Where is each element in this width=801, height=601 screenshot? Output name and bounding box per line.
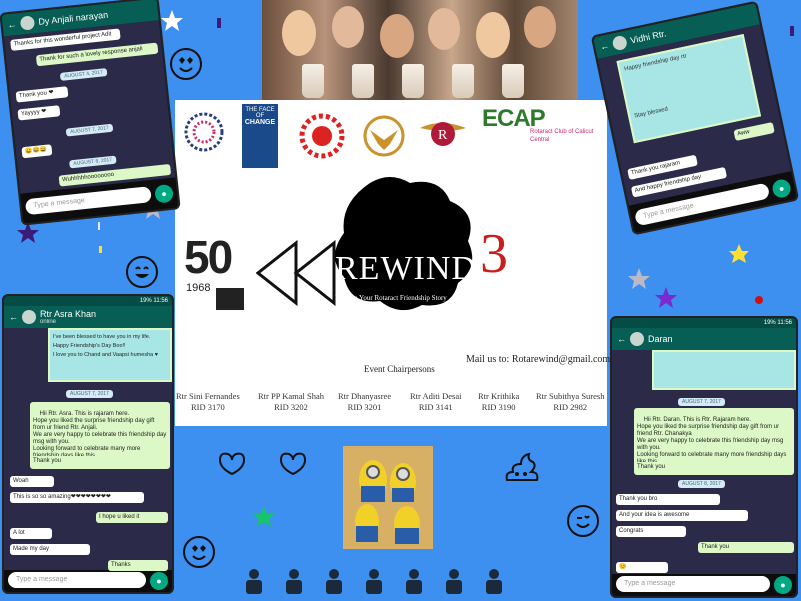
chat-screenshot-asra: 19% 11:56 ← Rtr Asra Khan online I've be… <box>2 294 174 594</box>
mockingjay-logo <box>363 115 405 157</box>
friends-photo <box>262 0 578 100</box>
winged-r-logo: R <box>420 122 466 146</box>
mic-icon[interactable]: ● <box>770 177 793 200</box>
star-icon <box>161 10 183 31</box>
mic-icon[interactable]: ● <box>150 572 168 590</box>
poop-emoji-icon <box>505 452 539 481</box>
confetti <box>217 18 221 28</box>
hearts-icon <box>218 452 246 476</box>
confetti <box>98 222 100 230</box>
chat-screenshot-daran: 19% 11:56 ← Daran AUGUST 7, 2017 Hii Rtr… <box>610 316 798 598</box>
mic-icon[interactable]: ● <box>774 576 792 594</box>
mic-icon[interactable]: ● <box>154 183 174 204</box>
confetti <box>790 26 794 36</box>
hearts-icon <box>279 452 307 476</box>
date-chip: AUGUST 8, 2017 <box>678 480 725 488</box>
ecap-logo: ECAP <box>482 105 546 132</box>
confetti <box>99 246 102 253</box>
back-arrow-icon[interactable]: ← <box>7 19 17 30</box>
chairperson: Rtr Dhanyasree RID 3201 <box>338 391 392 412</box>
back-arrow-icon[interactable]: ← <box>617 334 626 344</box>
star-icon <box>253 506 275 527</box>
message-bubble: And your idea is awesome <box>616 510 748 521</box>
heart-eyes-emoji-icon <box>170 48 202 80</box>
chairperson: Rtr Krithika RID 3190 <box>478 391 520 412</box>
chat-header: ← Rtr Asra Khan online <box>4 306 172 328</box>
contact-name: Daran <box>648 334 673 344</box>
contact-name: Dy Anjali narayan <box>37 9 109 27</box>
contact-status: online <box>40 319 57 325</box>
event-chairpersons-heading: Event Chairpersons <box>364 364 435 374</box>
greeting-card-image: I've been blessed to have you in my life… <box>48 328 172 382</box>
message-input[interactable]: Type a message <box>8 572 146 588</box>
contact-name: Rtr Asra Khan <box>40 309 97 319</box>
people-group-icon <box>216 288 244 310</box>
message-bubble: Woah <box>10 476 54 487</box>
star-icon <box>729 244 749 263</box>
rewind-arrows-icon <box>256 240 336 306</box>
possibilities-unlimited-logo <box>184 112 224 152</box>
message-bubble: Thank you <box>634 462 794 473</box>
avatar <box>22 310 36 324</box>
face-of-change-logo: THE FACE OF CHANGE <box>242 104 278 168</box>
tagline: Unwrap Your Rotaract Friendship Story <box>335 294 447 302</box>
rewind-number: 3 <box>480 223 508 285</box>
rotaract-calicut-logo: Rotaract Club of Calicut Central <box>530 129 594 143</box>
chat-header: ← Daran <box>612 328 796 350</box>
back-arrow-icon[interactable]: ← <box>599 40 610 52</box>
status-bar: 19% 11:56 <box>612 318 796 328</box>
message-bubble: Made my day <box>10 544 90 555</box>
chat-screenshot-anjali: ← Dy Anjali narayan Thanks for this wond… <box>0 0 181 226</box>
rewind-title: REWIND <box>335 250 477 287</box>
avatar <box>19 15 36 31</box>
chairperson: Rtr PP Kamal Shah RID 3202 <box>258 391 325 412</box>
avatar <box>611 34 629 52</box>
chairperson: Rtr Sini Fernandes RID 3170 <box>176 391 240 412</box>
date-chip: AUGUST 7, 2017 <box>678 398 725 406</box>
minions-picture <box>343 446 433 549</box>
star-icon <box>628 268 650 289</box>
smiling-emoji-icon <box>126 256 158 288</box>
star-icon <box>17 222 39 243</box>
message-bubble: Thank you bro <box>616 494 720 505</box>
message-bubble: Thank you <box>30 456 170 467</box>
people-row-icons <box>246 569 502 594</box>
chairperson: Rtr Subithya Suresh RID 2982 <box>536 391 605 412</box>
svg-text:R: R <box>438 128 448 143</box>
contact-email: Mail us to: Rotarewind@gmail.com <box>466 354 611 365</box>
year-label: 1968 <box>186 282 211 294</box>
confetti <box>755 296 763 304</box>
greeting-card-image <box>652 350 796 390</box>
back-arrow-icon[interactable]: ← <box>9 312 18 322</box>
message-bubble: This is so so amazing❤❤❤❤❤❤❤❤ <box>10 492 144 503</box>
contact-name: Vidhi Rtr. <box>629 28 668 46</box>
fifty-years-mark: 50 <box>184 231 233 283</box>
heart-eyes-emoji-icon <box>183 536 215 568</box>
message-bubble: A lot <box>10 528 52 539</box>
date-chip: AUGUST 7, 2017 <box>66 390 113 398</box>
star-icon <box>655 287 677 308</box>
rotaract-gear-logo <box>299 113 345 159</box>
ink-splat-shape <box>335 177 473 311</box>
status-bar: 19% 11:56 <box>4 296 172 306</box>
message-bubble: Thank you <box>698 542 794 553</box>
message-bubble: Congrats <box>616 526 686 537</box>
avatar <box>630 332 644 346</box>
message-bubble: Thanks <box>108 560 168 571</box>
message-bubble: I hope u liked it <box>96 512 168 523</box>
chairperson: Rtr Aditi Desai RID 3141 <box>410 391 462 412</box>
message-input[interactable]: Type a message <box>616 576 770 592</box>
message-bubble: 😊 <box>616 562 668 573</box>
winking-emoji-icon <box>567 505 599 537</box>
